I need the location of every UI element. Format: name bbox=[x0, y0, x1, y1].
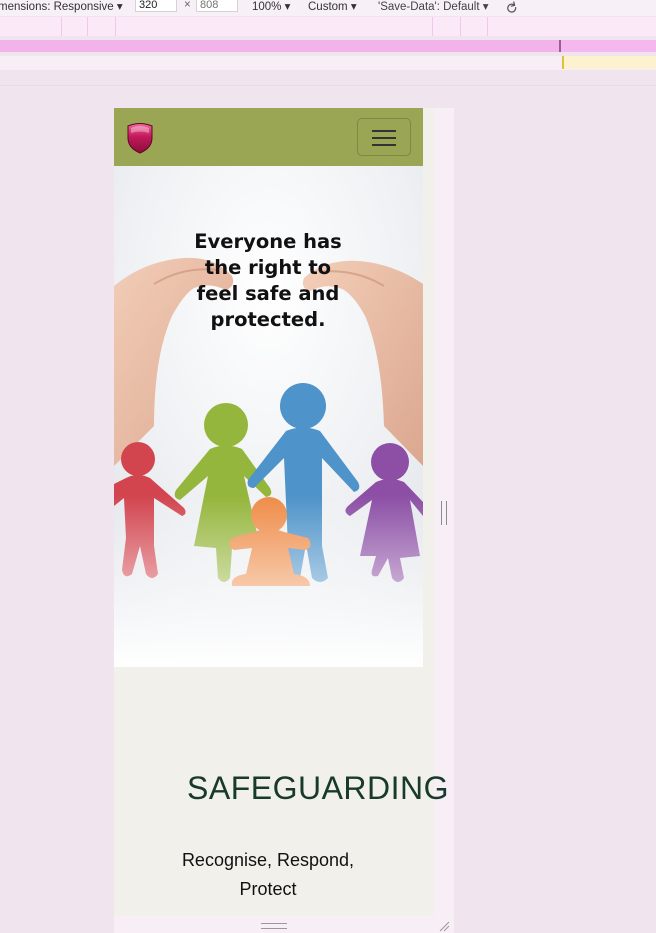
resize-handle-right[interactable] bbox=[441, 501, 447, 525]
hamburger-icon-line bbox=[372, 137, 396, 139]
hamburger-icon-line bbox=[372, 144, 396, 146]
device-toolbar: mensions: Responsive ▾ × 100% ▾ Custom ▾… bbox=[0, 0, 656, 17]
resize-handle-bottom[interactable] bbox=[261, 923, 287, 929]
hero-heading: Everyone has the right to feel safe and … bbox=[194, 230, 342, 331]
zoom-dropdown[interactable]: 100% ▾ bbox=[252, 0, 290, 13]
height-input[interactable] bbox=[196, 0, 238, 12]
dimension-separator: × bbox=[184, 0, 191, 11]
resize-corner-icon[interactable] bbox=[438, 920, 450, 932]
media-query-segment-min-width[interactable] bbox=[562, 56, 656, 69]
save-data-dropdown[interactable]: 'Save-Data': Default ▾ bbox=[378, 0, 489, 13]
media-query-bar-secondary[interactable] bbox=[0, 56, 656, 70]
media-query-bar[interactable] bbox=[0, 40, 656, 52]
hero-banner: Everyone has the right to feel safe and … bbox=[114, 166, 423, 667]
shield-icon[interactable] bbox=[126, 122, 154, 154]
hamburger-icon-line bbox=[372, 130, 396, 132]
width-input[interactable] bbox=[135, 0, 177, 12]
section-title: SAFEGUARDING bbox=[187, 770, 450, 806]
breakpoint-ruler[interactable] bbox=[0, 17, 656, 36]
throttle-dropdown[interactable]: Custom ▾ bbox=[308, 0, 357, 13]
rotate-icon[interactable]: ⟳ bbox=[502, 0, 527, 17]
device-viewport: Everyone has the right to feel safe and … bbox=[114, 108, 454, 933]
website-page: Everyone has the right to feel safe and … bbox=[114, 108, 449, 916]
dimensions-dropdown[interactable]: mensions: Responsive ▾ bbox=[0, 0, 123, 13]
menu-toggle-button[interactable] bbox=[357, 118, 411, 156]
navbar bbox=[114, 108, 423, 166]
toolbar-divider bbox=[0, 85, 656, 86]
section-subtitle: Recognise, Respond, Protect bbox=[181, 850, 355, 899]
media-query-segment[interactable] bbox=[561, 40, 656, 52]
